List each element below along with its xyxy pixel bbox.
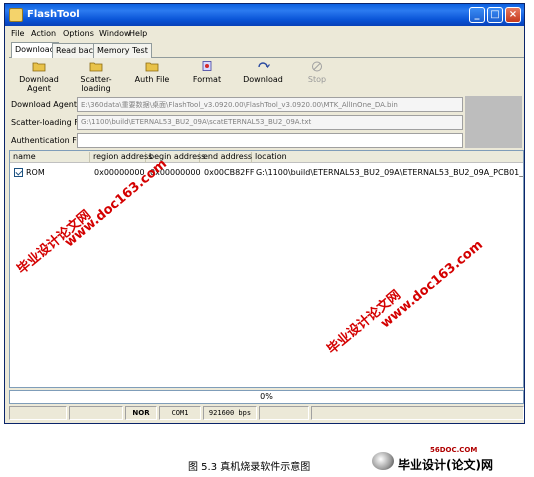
file-fields: Download Agent E:\360data\重要数据\桌面\FlashT… (9, 96, 524, 150)
column-header-name[interactable]: name (10, 152, 90, 163)
download-agent-button[interactable]: Download Agent (11, 61, 67, 93)
menu-bar: File Action Options Window Help (5, 27, 524, 41)
window-title: FlashTool (27, 9, 80, 20)
column-header-region-address[interactable]: region address (90, 152, 152, 163)
figure-caption: 图 5.3 真机烧录软件示意图 (188, 462, 311, 473)
cell-location: G:\1100\build\ETERNAL53_BU2_09A\ETERNAL5… (256, 168, 524, 177)
format-label: Format (192, 75, 222, 84)
toolbar: Download Agent Scatter-loading Auth File… (9, 59, 524, 95)
menu-help[interactable]: Help (129, 29, 147, 38)
progress-bar: 0% (9, 390, 524, 404)
scatter-loading-button[interactable]: Scatter-loading (69, 61, 123, 93)
title-bar[interactable]: FlashTool _ □ × (5, 4, 524, 26)
scatter-loading-field[interactable]: G:\1100\build\ETERNAL53_BU2_09A\scatETER… (77, 115, 463, 130)
rom-checkbox[interactable] (14, 168, 23, 177)
auth-file-button[interactable]: Auth File (131, 61, 173, 84)
status-baud-rate: 921600 bps (203, 406, 257, 420)
authentication-field-label: Authentication File (11, 136, 86, 145)
column-header-end-address[interactable]: end address (200, 152, 252, 163)
auth-file-label: Auth File (134, 75, 170, 84)
cell-name: ROM (26, 168, 45, 177)
tab-memory-test[interactable]: Memory Test (93, 43, 152, 58)
stop-button[interactable]: Stop (305, 61, 329, 84)
menu-file[interactable]: File (11, 29, 24, 38)
status-cell-blank (69, 406, 123, 420)
status-com-port: COM1 (159, 406, 201, 420)
footer-site-url: 56DOC.COM (430, 446, 478, 454)
download-button[interactable]: Download (243, 61, 283, 84)
footer-logo-icon (372, 452, 394, 470)
close-button[interactable]: × (505, 7, 521, 23)
stop-icon (312, 61, 322, 72)
side-panel (465, 96, 522, 148)
menu-action[interactable]: Action (31, 29, 56, 38)
menu-window[interactable]: Window (99, 29, 131, 38)
authentication-field[interactable] (77, 133, 463, 148)
folder-icon (32, 62, 46, 72)
download-arrow-icon (258, 62, 270, 69)
footer-site-name: 毕业设计(论文)网 (398, 458, 493, 472)
status-flash-type: NOR (125, 406, 157, 420)
menu-options[interactable]: Options (63, 29, 94, 38)
status-cell-blank (9, 406, 67, 420)
download-label: Download (243, 75, 283, 84)
cell-end-address: 0x00CB82FF (204, 168, 255, 177)
status-bar: NOR COM1 921600 bps (9, 406, 524, 420)
status-cell-blank (311, 406, 524, 420)
download-agent-label: Download Agent (19, 75, 59, 93)
tab-strip: Download Read back Memory Test (9, 42, 524, 58)
folder-icon (89, 62, 103, 72)
folder-icon (145, 62, 159, 72)
app-icon (9, 8, 23, 22)
download-agent-field-label: Download Agent (11, 100, 77, 109)
maximize-button[interactable]: □ (487, 7, 503, 23)
progress-text: 0% (260, 392, 273, 401)
status-cell-blank (259, 406, 309, 420)
scatter-loading-label: Scatter-loading (80, 75, 112, 93)
column-header-location[interactable]: location (252, 152, 523, 163)
format-button[interactable]: Format (189, 61, 225, 84)
table-header: name region address begin address end ad… (10, 151, 523, 163)
stop-label: Stop (307, 75, 327, 84)
download-agent-field[interactable]: E:\360data\重要数据\桌面\FlashTool_v3.0920.00\… (77, 97, 463, 112)
minimize-button[interactable]: _ (469, 7, 485, 23)
format-icon (202, 61, 212, 71)
